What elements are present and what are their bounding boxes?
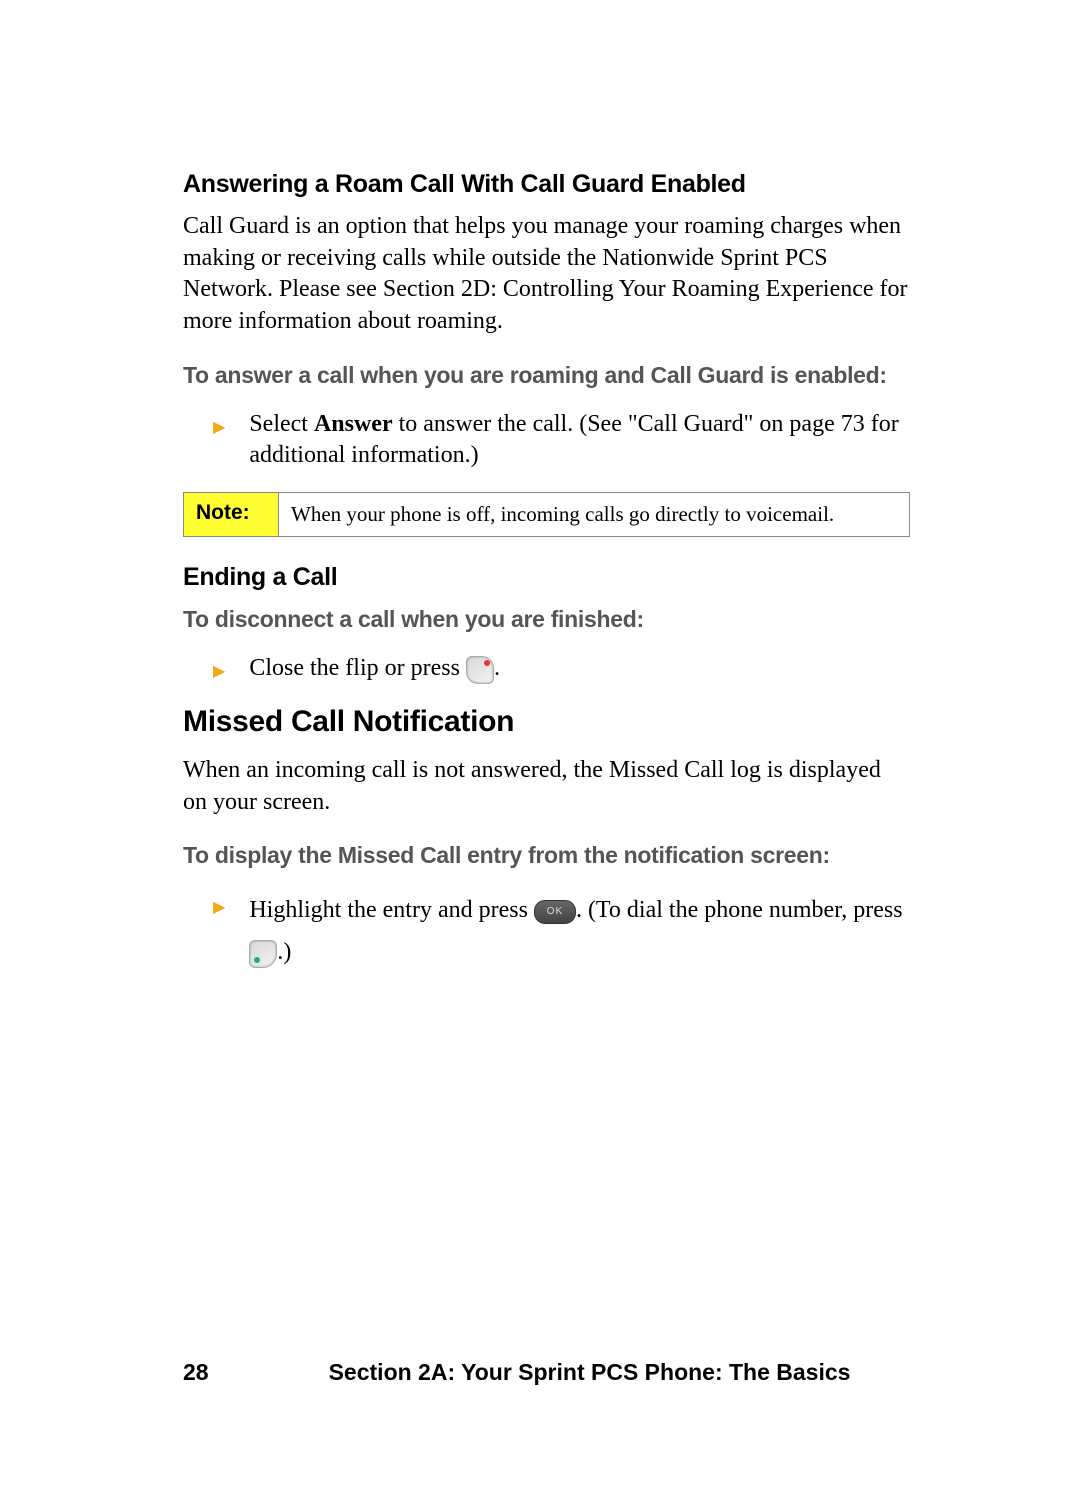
talk-key-icon (249, 940, 277, 968)
note-box: Note: When your phone is off, incoming c… (183, 492, 910, 537)
bullet-text: Close the flip or press . (249, 653, 500, 685)
page-footer: 28 Section 2A: Your Sprint PCS Phone: Th… (183, 1359, 910, 1386)
lead-roam-call: To answer a call when you are roaming an… (183, 360, 910, 391)
arrow-icon: ▶ (213, 661, 225, 681)
paragraph-roam-call: Call Guard is an option that helps you m… (183, 211, 910, 338)
text: Select (249, 411, 314, 437)
arrow-icon: ▶ (213, 417, 225, 437)
bullet-text: Highlight the entry and press OK. (To di… (249, 889, 910, 973)
lead-missed-call: To display the Missed Call entry from th… (183, 840, 910, 871)
note-label: Note: (184, 493, 279, 537)
text: Close the flip or press (249, 655, 466, 681)
lead-ending-call: To disconnect a call when you are finish… (183, 604, 910, 635)
bullet-missed-call: ▶ Highlight the entry and press OK. (To … (213, 889, 910, 973)
arrow-icon: ▶ (213, 897, 225, 917)
ok-key-icon: OK (534, 900, 576, 924)
text: . (To dial the phone number, press (576, 897, 903, 923)
heading-missed-call: Missed Call Notification (183, 705, 910, 739)
bullet-text: Select Answer to answer the call. (See "… (249, 409, 910, 472)
note-text: When your phone is off, incoming calls g… (279, 493, 910, 537)
text-bold: Answer (314, 411, 393, 437)
heading-ending-call: Ending a Call (183, 563, 910, 592)
end-key-icon (466, 656, 494, 684)
text: . (494, 655, 500, 681)
paragraph-missed-call: When an incoming call is not answered, t… (183, 755, 910, 818)
footer-section: Section 2A: Your Sprint PCS Phone: The B… (329, 1359, 851, 1386)
bullet-ending-call: ▶ Close the flip or press . (213, 653, 910, 685)
manual-page: Answering a Roam Call With Call Guard En… (0, 0, 1080, 1496)
text: .) (277, 939, 291, 965)
bullet-roam-call: ▶ Select Answer to answer the call. (See… (213, 409, 910, 472)
heading-roam-call: Answering a Roam Call With Call Guard En… (183, 170, 910, 199)
page-number: 28 (183, 1359, 209, 1386)
text: Highlight the entry and press (249, 897, 534, 923)
